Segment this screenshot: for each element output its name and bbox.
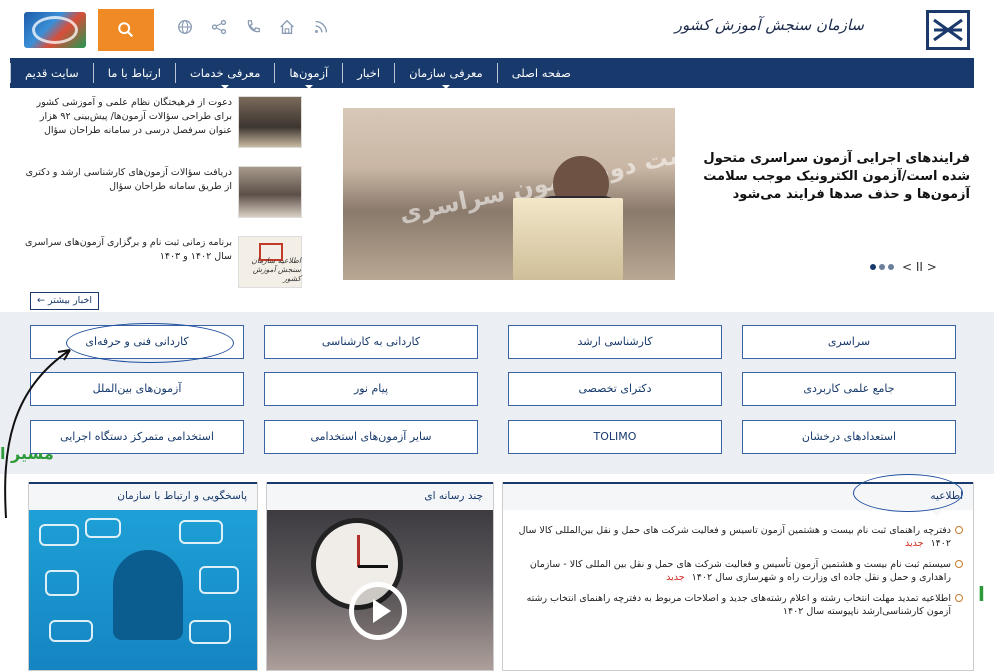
search-icon — [118, 22, 134, 38]
news-thumbnail[interactable] — [238, 166, 302, 218]
news-title[interactable]: دعوت از فرهیختگان نظام علمی و آموزشی کشو… — [16, 96, 232, 138]
nav-item[interactable]: صفحه اصلی — [496, 63, 585, 83]
site-header: سازمان سنجش آموزش کشور — [0, 0, 994, 56]
announcement-item[interactable]: دفترچه راهنمای ثبت نام بیست و هشتمین آزم… — [513, 524, 963, 550]
side-news-list: دعوت از فرهیختگان نظام علمی و آموزشی کشو… — [10, 94, 310, 304]
contact-card[interactable]: پاسخگویی و ارتباط با سازمان — [28, 482, 258, 671]
nav-item[interactable]: معرفی خدمات — [174, 63, 274, 89]
rss-icon[interactable] — [312, 18, 330, 36]
play-icon[interactable] — [349, 582, 407, 640]
multimedia-card[interactable]: چند رسانه ای — [266, 482, 494, 671]
announcement-text[interactable]: سیستم ثبت نام بیست و هشتمین آزمون تأسیس … — [530, 559, 951, 583]
news-title[interactable]: دریافت سؤالات آزمون‌های کارشناسی ارشد و … — [16, 166, 232, 194]
category-button[interactable]: کارشناسی ارشد — [508, 325, 722, 359]
announcement-text[interactable]: دفترچه راهنمای ثبت نام بیست و هشتمین آزم… — [519, 525, 951, 549]
featured-news-headline[interactable]: فرایندهای اجرایی آزمون سراسری متحول شده … — [684, 150, 970, 204]
bullet-icon — [955, 526, 963, 534]
search-button[interactable] — [98, 9, 154, 51]
caret-down-icon — [304, 85, 313, 89]
globe-icon[interactable] — [176, 18, 194, 36]
annotation-edge-mark: ا — [978, 582, 985, 606]
nav-item[interactable]: اخبار — [342, 63, 394, 83]
bullet-icon — [955, 594, 963, 602]
news-thumbnail[interactable]: اطلاعیه سازمان سنجش آموزش کشور — [238, 236, 302, 288]
news-item[interactable]: دریافت سؤالات آزمون‌های کارشناسی ارشد و … — [10, 164, 310, 226]
home-icon[interactable] — [278, 18, 296, 36]
caret-down-icon — [441, 85, 450, 89]
nav-item[interactable]: آزمون‌ها — [274, 63, 342, 89]
slider-dots[interactable] — [870, 264, 894, 270]
news-title[interactable]: برنامه زمانی ثبت نام و برگزاری آزمون‌های… — [16, 236, 232, 264]
annotation-label: مسیر ا — [0, 444, 54, 463]
caret-down-icon — [221, 85, 230, 89]
announcement-list: دفترچه راهنمای ثبت نام بیست و هشتمین آزم… — [503, 510, 973, 618]
news-item[interactable]: اطلاعیه سازمان سنجش آموزش کشور برنامه زم… — [10, 234, 310, 296]
main-nav: صفحه اصلی معرفی سازمان اخبار آزمون‌ها معرفی … — [10, 58, 974, 89]
featured-news-photo[interactable]: نشست تبیین ابعاد اجرایی نوبت دوم آزمون س… — [343, 108, 675, 280]
announcement-text[interactable]: اطلاعیه تمدید مهلت انتخاب رشته و اعلام ر… — [527, 593, 951, 617]
organization-name[interactable]: سازمان سنجش آموزش کشور — [675, 16, 864, 34]
slider-controls: < II > — [870, 260, 937, 274]
more-news-button[interactable]: اخبار بیشتر ← — [30, 292, 99, 310]
organization-logo[interactable] — [926, 10, 970, 50]
category-button[interactable]: پیام نور — [264, 372, 478, 406]
category-button[interactable]: سایر آزمون‌های استخدامی — [264, 420, 478, 454]
announcements-card: اطلاعیه دفترچه راهنمای ثبت نام بیست و هش… — [502, 474, 974, 671]
announcement-item[interactable]: اطلاعیه تمدید مهلت انتخاب رشته و اعلام ر… — [513, 592, 963, 618]
bullet-icon — [955, 560, 963, 568]
nav-item[interactable]: سایت قدیم — [10, 63, 93, 83]
news-item[interactable]: دعوت از فرهیختگان نظام علمی و آموزشی کشو… — [10, 94, 310, 156]
category-button[interactable]: استعدادهای درخشان — [742, 420, 956, 454]
knot-logo-icon — [933, 18, 963, 42]
card-title[interactable]: پاسخگویی و ارتباط با سازمان — [29, 482, 257, 510]
new-badge: جدید — [905, 538, 924, 549]
phone-icon[interactable] — [244, 18, 262, 36]
category-button[interactable]: سراسری — [742, 325, 956, 359]
card-title[interactable]: چند رسانه ای — [267, 482, 493, 510]
slider-buttons[interactable]: < II > — [902, 260, 937, 274]
contact-illustration[interactable] — [29, 510, 257, 670]
government-emblem-logo[interactable] — [24, 12, 86, 48]
nav-item[interactable]: ارتباط با ما — [92, 63, 175, 83]
announcement-item[interactable]: سیستم ثبت نام بیست و هشتمین آزمون تأسیس … — [513, 558, 963, 584]
news-thumbnail[interactable] — [238, 96, 302, 148]
category-button[interactable]: کاردانی به کارشناسی — [264, 325, 478, 359]
thumbnail-caption: اطلاعیه سازمان سنجش آموزش کشور — [251, 256, 301, 283]
category-button[interactable]: جامع علمی کاربردی — [742, 372, 956, 406]
new-badge: جدید — [666, 572, 685, 583]
category-button[interactable]: TOLIMO — [508, 420, 722, 454]
nav-item[interactable]: معرفی سازمان — [394, 63, 497, 89]
media-video-thumbnail[interactable] — [267, 510, 493, 670]
annotation-circle — [853, 474, 963, 512]
category-button[interactable]: دکترای تخصصی — [508, 372, 722, 406]
share-icon[interactable] — [210, 18, 228, 36]
